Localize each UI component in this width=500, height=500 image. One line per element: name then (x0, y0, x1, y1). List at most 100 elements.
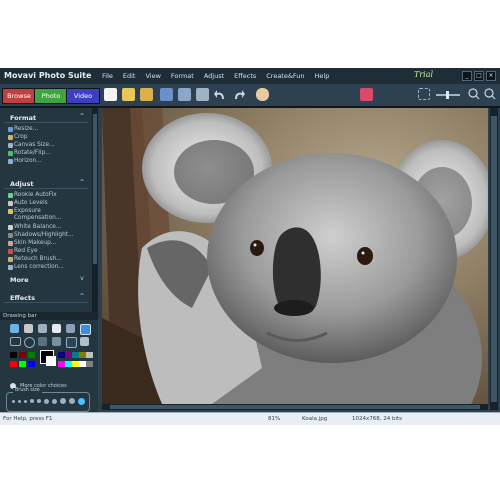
clone-icon[interactable] (80, 337, 89, 346)
background-color[interactable] (46, 356, 56, 366)
status-dimensions: 1024x768, 24 bits (352, 416, 403, 422)
canvas-vscrollbar-thumb[interactable] (491, 116, 497, 402)
canvas-hscrollbar-thumb[interactable] (110, 405, 480, 409)
text-tool-icon[interactable] (360, 88, 373, 101)
palette-swatch[interactable] (86, 361, 93, 367)
palette-swatch[interactable] (86, 352, 93, 358)
brush-size-dot[interactable] (69, 398, 75, 404)
palette-swatch[interactable] (79, 352, 86, 358)
brush-size-dot[interactable] (44, 398, 49, 404)
scan-icon[interactable] (196, 88, 209, 101)
save-icon[interactable] (160, 88, 173, 101)
zoom-in-icon[interactable] (484, 88, 496, 100)
status-filename: Koala.jpg (302, 416, 328, 422)
image-canvas[interactable] (102, 108, 488, 404)
shape-icon[interactable] (52, 337, 61, 346)
palette-swatch[interactable] (19, 352, 26, 358)
menu-view[interactable]: View (145, 72, 160, 80)
minimize-button[interactable]: _ (462, 71, 472, 81)
palette-swatch[interactable] (28, 361, 35, 367)
canvas-vscrollbar[interactable] (490, 108, 498, 410)
collapse-format-icon[interactable]: ^ (78, 114, 86, 120)
palette-swatch[interactable] (19, 361, 26, 367)
sidebar-item-white-balance[interactable]: White Balance... (14, 224, 61, 230)
print-icon[interactable] (178, 88, 191, 101)
palette-swatch[interactable] (65, 352, 72, 358)
brush-size-dot[interactable] (37, 399, 41, 403)
palette-swatch[interactable] (79, 361, 86, 367)
menu-effects[interactable]: Effects (234, 72, 256, 80)
menu-file[interactable]: File (102, 72, 113, 80)
text-icon[interactable] (10, 324, 19, 333)
undo-icon[interactable] (214, 88, 227, 101)
sidebar-item-rotate-flip[interactable]: Rotate/Flip... (14, 150, 51, 156)
gradient-icon[interactable] (66, 337, 77, 348)
fit-icon[interactable] (418, 88, 430, 100)
palette-swatch[interactable] (58, 352, 65, 358)
new-icon[interactable] (104, 88, 117, 101)
menu-format[interactable]: Format (171, 72, 194, 80)
brush-size-dot[interactable] (52, 398, 57, 404)
sidebar-item-rookie-autofix[interactable]: Rookie AutoFix (14, 192, 57, 198)
sidebar-item-resize[interactable]: Resize... (14, 126, 38, 132)
brush-size-dot[interactable] (18, 399, 21, 403)
tab-browse[interactable]: Browse (2, 88, 36, 104)
shadows-icon (8, 233, 13, 238)
brush-size-dot[interactable] (24, 399, 27, 403)
tab-video[interactable]: Video (66, 88, 100, 104)
menu-edit[interactable]: Edit (123, 72, 136, 80)
palette-swatch[interactable] (72, 361, 79, 367)
sidebar-item-auto-levels[interactable]: Auto Levels (14, 200, 48, 206)
brush-size-dot[interactable] (12, 399, 15, 403)
open-folder-icon[interactable] (140, 88, 153, 101)
menu-help[interactable]: Help (315, 72, 330, 80)
redo-icon[interactable] (232, 88, 245, 101)
palette-swatch[interactable] (28, 352, 35, 358)
sidebar-item-lens-correction[interactable]: Lens correction... (14, 264, 64, 270)
rect-icon[interactable] (10, 337, 21, 346)
sidebar-item-crop[interactable]: Crop (14, 134, 28, 140)
zoom-slider-thumb[interactable] (446, 91, 449, 99)
brush-size-dot[interactable] (78, 397, 85, 405)
line-icon[interactable] (38, 337, 47, 346)
palette-swatch[interactable] (65, 361, 72, 367)
eraser-icon[interactable] (52, 324, 61, 333)
collapse-effects-icon[interactable]: ^ (78, 294, 86, 300)
section-format-header[interactable]: Format (10, 114, 36, 122)
zoom-out-icon[interactable] (468, 88, 480, 100)
sidebar-item-canvas-size[interactable]: Canvas Size... (14, 142, 55, 148)
palette-swatch[interactable] (58, 361, 65, 367)
section-effects-header[interactable]: Effects (10, 294, 35, 302)
section-adjust-header[interactable]: Adjust (10, 180, 34, 188)
palette-swatch[interactable] (10, 361, 17, 367)
tab-photo[interactable]: Photo (34, 88, 68, 104)
ellipse-icon[interactable] (24, 337, 35, 348)
color-picker-icon[interactable] (80, 324, 91, 335)
sidebar-scrollbar-thumb[interactable] (93, 114, 97, 264)
expand-more-icon[interactable]: v (78, 276, 86, 282)
collapse-adjust-icon[interactable]: ^ (78, 180, 86, 186)
maximize-button[interactable]: □ (474, 71, 484, 81)
palette-swatch[interactable] (10, 352, 17, 358)
fill-icon[interactable] (24, 324, 33, 333)
toolbar: Browse Photo Video (0, 84, 500, 108)
sidebar-item-exposure[interactable]: Exposure Compensation... (14, 208, 80, 222)
menu-adjust[interactable]: Adjust (204, 72, 224, 80)
brush-size-dot[interactable] (30, 399, 34, 403)
sidebar-item-horizon[interactable]: Horizon... (14, 158, 42, 164)
sidebar-item-retouch-brush[interactable]: Retouch Brush... (14, 256, 62, 262)
close-button[interactable]: × (486, 71, 496, 81)
sidebar-item-shadows-highlight[interactable]: Shadows/Highlight... (14, 232, 74, 238)
brush-size-dot[interactable] (60, 398, 66, 404)
sidebar-item-skin-makeup[interactable]: Skin Makeup... (14, 240, 56, 246)
more-link[interactable]: More (10, 276, 29, 284)
pen-icon[interactable] (38, 324, 47, 333)
sidebar-item-red-eye[interactable]: Red Eye (14, 248, 38, 254)
brush-icon[interactable] (66, 324, 75, 333)
hand-icon[interactable] (256, 88, 269, 101)
menu-create-fun[interactable]: Create&Fun (266, 72, 304, 80)
canvas-hscrollbar[interactable] (102, 404, 488, 410)
divider (4, 302, 88, 303)
open-icon[interactable] (122, 88, 135, 101)
palette-swatch[interactable] (72, 352, 79, 358)
